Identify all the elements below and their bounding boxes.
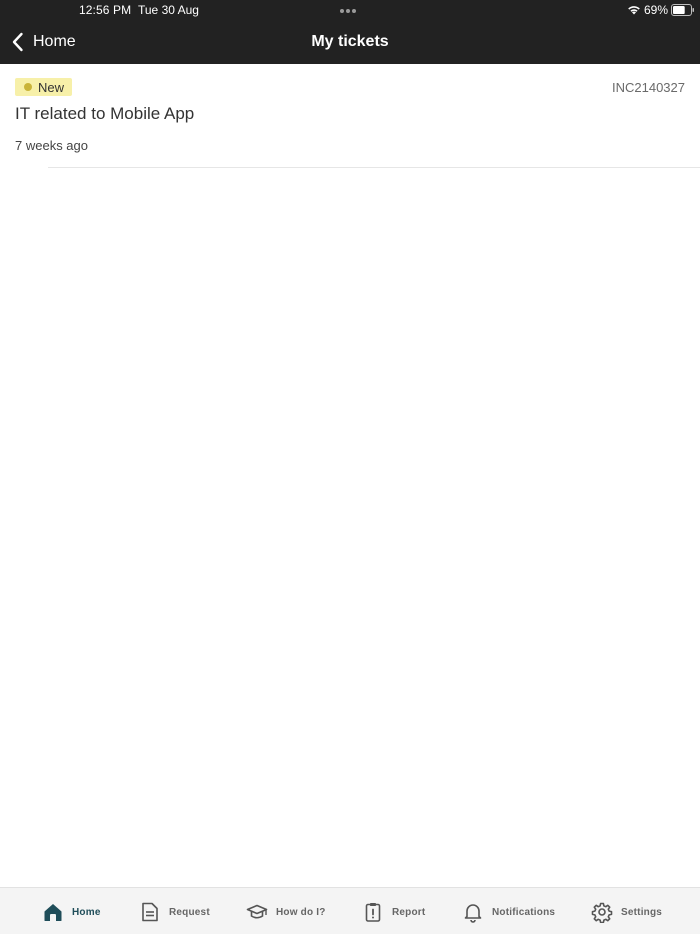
clipboard-alert-icon bbox=[365, 903, 381, 922]
status-date: Tue 30 Aug bbox=[138, 3, 199, 17]
battery-percent: 69% bbox=[644, 3, 669, 17]
tab-request[interactable]: Request bbox=[139, 900, 210, 924]
battery-icon bbox=[671, 4, 694, 16]
bell-icon bbox=[464, 904, 482, 923]
status-badge: New bbox=[15, 78, 73, 96]
tab-how-do-i[interactable]: How do I? bbox=[246, 900, 326, 924]
document-icon bbox=[142, 902, 158, 922]
tab-bar: Home Request How do I? Report Notificati… bbox=[0, 887, 700, 934]
tab-settings-label: Settings bbox=[621, 906, 663, 918]
multitasking-dots-icon[interactable] bbox=[340, 9, 360, 13]
tab-home[interactable]: Home bbox=[42, 900, 101, 924]
status-time: 12:56 PM bbox=[79, 3, 132, 17]
wifi-icon bbox=[628, 6, 640, 15]
ticket-age: 7 weeks ago bbox=[15, 138, 88, 153]
tab-report[interactable]: Report bbox=[362, 900, 425, 924]
status-badge-label: New bbox=[38, 79, 65, 95]
divider bbox=[48, 167, 700, 168]
home-icon bbox=[44, 904, 62, 921]
status-bar: 12:56 PM Tue 30 Aug 69% bbox=[0, 0, 700, 20]
page-title: My tickets bbox=[311, 33, 389, 50]
tab-notifications[interactable]: Notifications bbox=[462, 900, 555, 924]
gear-icon bbox=[591, 902, 613, 923]
tab-notifications-label: Notifications bbox=[492, 906, 556, 918]
tab-settings[interactable]: Settings bbox=[591, 900, 662, 924]
ticket-number: INC2140327 bbox=[612, 80, 685, 95]
tab-how-do-i-label: How do I? bbox=[276, 906, 326, 918]
graduation-cap-icon bbox=[246, 904, 268, 919]
tab-request-label: Request bbox=[169, 906, 210, 918]
status-dot-icon bbox=[24, 83, 32, 91]
tab-report-label: Report bbox=[392, 906, 426, 918]
ticket-list-item[interactable]: New INC2140327 IT related to Mobile App … bbox=[0, 64, 700, 168]
ticket-title: IT related to Mobile App bbox=[15, 104, 195, 123]
tab-home-label: Home bbox=[72, 906, 101, 918]
navigation-bar: Home My tickets bbox=[0, 20, 700, 64]
